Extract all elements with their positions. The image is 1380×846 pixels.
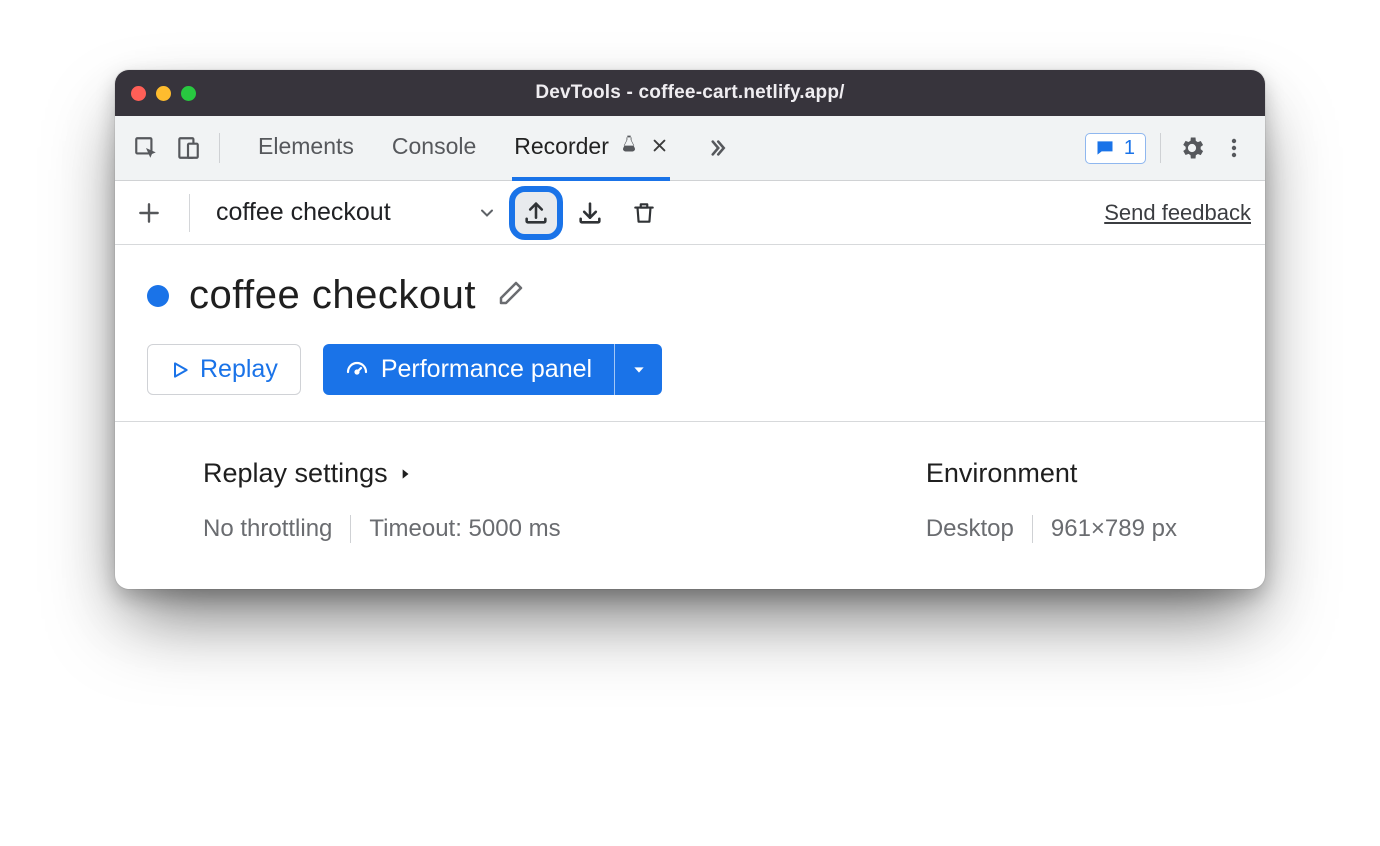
tab-elements[interactable]: Elements xyxy=(256,116,356,181)
tab-console[interactable]: Console xyxy=(390,116,478,181)
device-toolbar-icon[interactable] xyxy=(171,131,205,165)
recording-select-value: coffee checkout xyxy=(216,198,391,227)
tab-label: Elements xyxy=(258,133,354,160)
timeout-value: Timeout: 5000 ms xyxy=(369,515,560,543)
environment-column: Environment Desktop 961×789 px xyxy=(926,458,1177,543)
replay-button-label: Replay xyxy=(200,355,278,384)
recording-status-icon xyxy=(147,285,169,307)
new-recording-button[interactable] xyxy=(129,193,169,233)
experimental-icon xyxy=(619,133,639,160)
panel-tabs: Elements Console Recorder xyxy=(256,116,738,181)
window-zoom-button[interactable] xyxy=(181,86,196,101)
throttling-value: No throttling xyxy=(203,515,332,543)
separator xyxy=(189,194,190,232)
close-tab-icon[interactable] xyxy=(651,133,668,160)
environment-viewport: 961×789 px xyxy=(1051,515,1177,543)
replay-settings-heading: Replay settings xyxy=(203,458,388,489)
rename-recording-button[interactable] xyxy=(496,278,526,313)
more-tabs-icon[interactable] xyxy=(704,131,738,165)
settings-icon[interactable] xyxy=(1175,131,1209,165)
window-title: DevTools - coffee-cart.netlify.app/ xyxy=(115,82,1265,104)
import-recording-button[interactable] xyxy=(569,192,611,234)
send-feedback-link[interactable]: Send feedback xyxy=(1104,200,1251,226)
titlebar: DevTools - coffee-cart.netlify.app/ xyxy=(115,70,1265,116)
window-controls xyxy=(131,86,196,101)
replay-settings-toggle[interactable]: Replay settings xyxy=(203,458,561,489)
tab-recorder[interactable]: Recorder xyxy=(512,116,670,181)
performance-panel-button[interactable]: Performance panel xyxy=(323,344,614,395)
recording-name: coffee checkout xyxy=(189,273,476,318)
replay-settings-column: Replay settings No throttling Timeout: 5… xyxy=(203,458,561,543)
window-minimize-button[interactable] xyxy=(156,86,171,101)
devtools-window: DevTools - coffee-cart.netlify.app/ Elem… xyxy=(115,70,1265,589)
inspect-element-icon[interactable] xyxy=(129,131,163,165)
kebab-menu-icon[interactable] xyxy=(1217,131,1251,165)
devtools-toolbar: Elements Console Recorder 1 xyxy=(115,116,1265,181)
environment-heading: Environment xyxy=(926,458,1078,489)
delete-recording-button[interactable] xyxy=(623,192,665,234)
separator xyxy=(1160,133,1161,163)
separator xyxy=(219,133,220,163)
issues-chip[interactable]: 1 xyxy=(1085,133,1146,164)
performance-panel-button-group: Performance panel xyxy=(323,344,662,395)
issues-count: 1 xyxy=(1124,137,1135,160)
separator xyxy=(1032,515,1033,543)
recorder-toolbar: coffee checkout Send feedback xyxy=(115,181,1265,245)
performance-panel-label: Performance panel xyxy=(381,355,592,384)
export-recording-button[interactable] xyxy=(515,192,557,234)
separator xyxy=(350,515,351,543)
chevron-right-icon xyxy=(398,465,412,483)
tab-label: Console xyxy=(392,133,476,160)
replay-button[interactable]: Replay xyxy=(147,344,301,395)
performance-panel-dropdown[interactable] xyxy=(614,344,662,395)
tab-label: Recorder xyxy=(514,133,609,160)
environment-device: Desktop xyxy=(926,515,1014,543)
recording-actions: Replay Performance panel xyxy=(147,344,1233,395)
recording-header: coffee checkout xyxy=(147,273,1233,318)
recording-select[interactable]: coffee checkout xyxy=(210,198,503,227)
recorder-settings: Replay settings No throttling Timeout: 5… xyxy=(147,422,1233,571)
recorder-content: coffee checkout Replay Performance panel xyxy=(115,245,1265,589)
window-close-button[interactable] xyxy=(131,86,146,101)
